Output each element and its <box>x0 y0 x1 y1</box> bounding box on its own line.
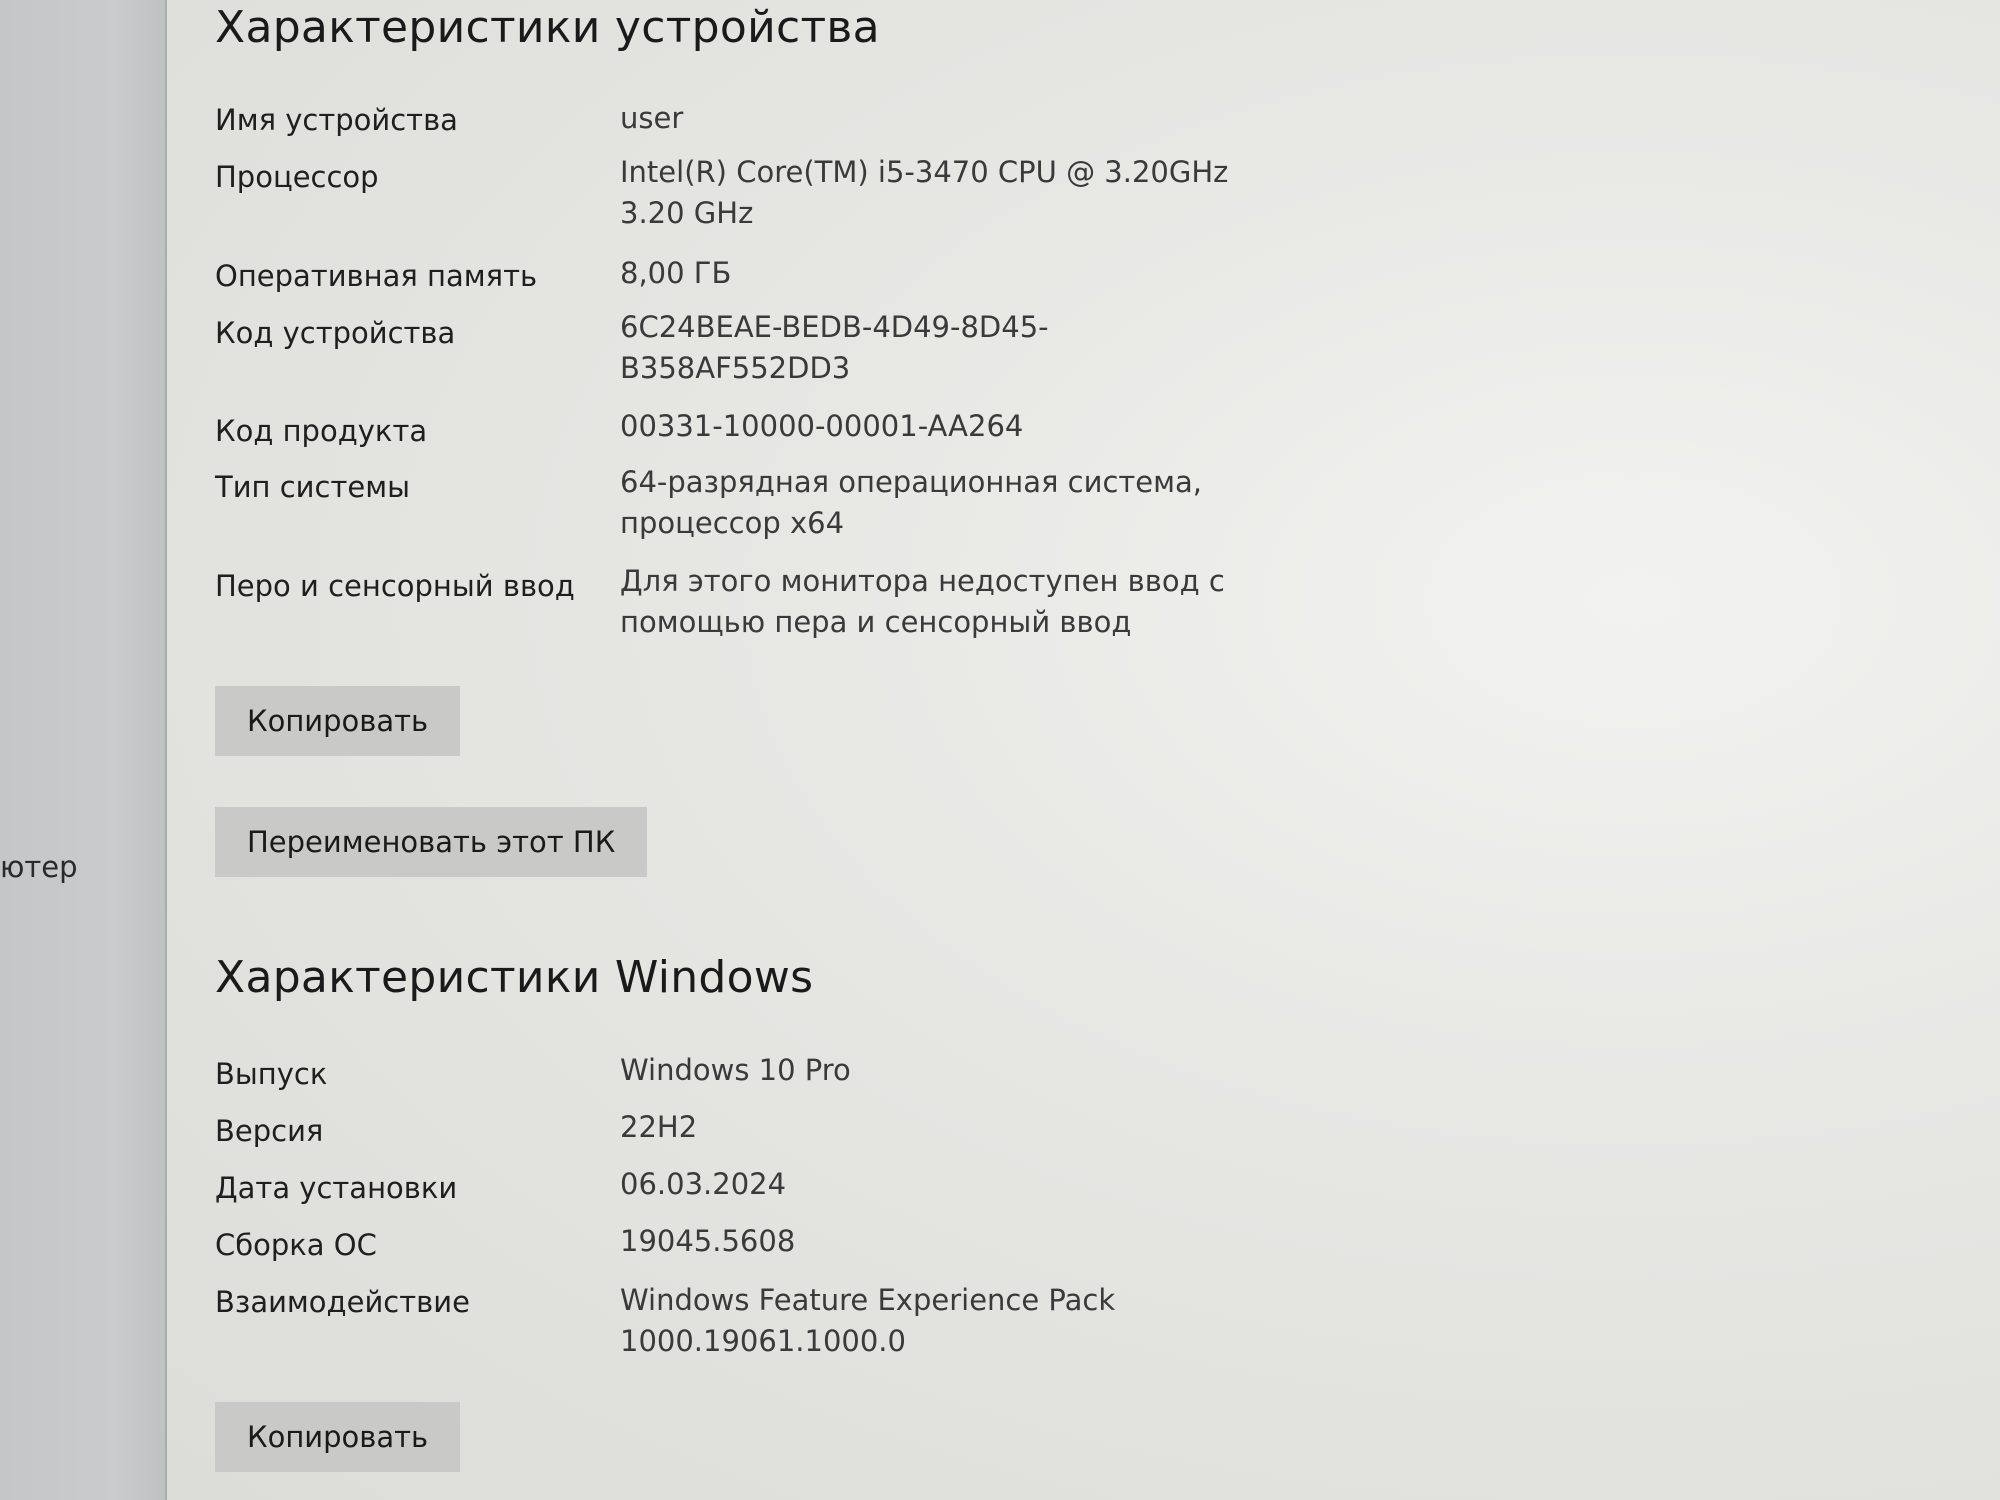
experience-value: Windows Feature Experience Pack 1000.190… <box>620 1283 1116 1358</box>
processor-value: Intel(R) Core(TM) i5-3470 CPU @ 3.20GHz … <box>620 155 1229 230</box>
device-id-label: Код устройства <box>215 316 456 350</box>
processor-label: Процессор <box>215 160 379 194</box>
sidebar: ютер <box>0 0 167 1500</box>
copy-device-specs-button[interactable]: Копировать <box>215 686 461 756</box>
system-type-value: 64-разрядная операционная система, проце… <box>620 465 1203 540</box>
windows-specs-title: Характеристики Windows <box>215 952 814 1003</box>
ram-value: 8,00 ГБ <box>620 256 732 290</box>
product-id-label: Код продукта <box>215 414 428 448</box>
experience-label: Взаимодействие <box>215 1285 470 1319</box>
version-value: 22H2 <box>620 1110 698 1144</box>
install-date-value: 06.03.2024 <box>620 1167 787 1201</box>
rename-pc-button[interactable]: Переименовать этот ПК <box>215 807 648 877</box>
main-content: Характеристики устройства Имя устройства… <box>167 0 2000 1500</box>
pen-touch-value: Для этого монитора недоступен ввод с пом… <box>620 564 1225 639</box>
system-type-label: Тип системы <box>215 470 410 504</box>
install-date-label: Дата установки <box>215 1171 458 1205</box>
device-name-label: Имя устройства <box>215 103 458 137</box>
product-id-value: 00331-10000-00001-AA264 <box>620 409 1024 443</box>
os-build-label: Сборка ОС <box>215 1228 377 1262</box>
version-label: Версия <box>215 1114 324 1148</box>
sidebar-item-about-computer[interactable]: ютер <box>0 850 78 884</box>
device-id-value: 6C24BEAE-BEDB-4D49-8D45- B358AF552DD3 <box>620 310 1049 385</box>
edition-label: Выпуск <box>215 1057 328 1091</box>
pen-touch-label: Перо и сенсорный ввод <box>215 569 575 603</box>
device-specs-title: Характеристики устройства <box>215 2 880 53</box>
copy-windows-specs-button[interactable]: Копировать <box>215 1402 461 1472</box>
device-name-value: user <box>620 101 684 135</box>
edition-value: Windows 10 Pro <box>620 1053 851 1087</box>
ram-label: Оперативная память <box>215 259 538 293</box>
os-build-value: 19045.5608 <box>620 1224 796 1258</box>
